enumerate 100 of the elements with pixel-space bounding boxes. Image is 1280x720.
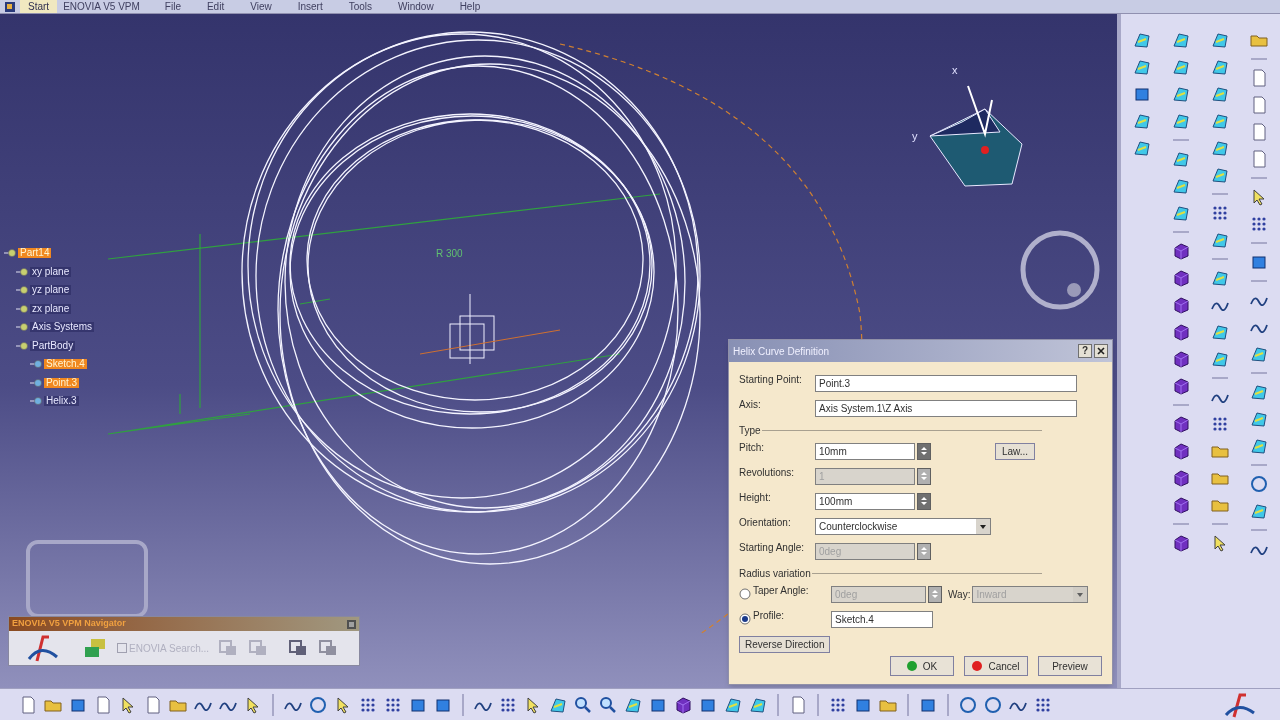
cube-icon[interactable] — [1171, 322, 1191, 342]
text-field[interactable]: Sketch.4 — [831, 610, 933, 628]
app-logo-icon — [4, 0, 16, 13]
spinner-button[interactable] — [917, 442, 931, 460]
surface-icon[interactable] — [1210, 349, 1230, 369]
menu-item[interactable]: Tools — [348, 1, 373, 12]
dimension-label: R 300 — [436, 247, 463, 261]
surface-icon[interactable] — [1132, 57, 1152, 77]
surface-icon[interactable] — [1249, 501, 1269, 521]
field-label: Height: — [739, 491, 772, 505]
tree-item[interactable]: Axis Systems — [30, 322, 94, 333]
surface-icon[interactable] — [1171, 57, 1191, 77]
spinner-button[interactable] — [917, 542, 931, 560]
spinner-button[interactable] — [917, 492, 931, 510]
surface-icon[interactable] — [1210, 165, 1230, 185]
reverse-direction-button[interactable]: Reverse Direction — [739, 635, 831, 653]
surface-icon[interactable] — [1249, 436, 1269, 456]
preview-button[interactable]: Preview — [1038, 656, 1102, 676]
cube-icon[interactable] — [1171, 241, 1191, 261]
surface-icon[interactable] — [1210, 230, 1230, 250]
menu-item[interactable]: Edit — [206, 1, 225, 12]
spinner-button[interactable] — [928, 585, 942, 603]
circle-icon[interactable] — [1249, 474, 1269, 494]
tree-node-icon — [16, 321, 28, 334]
zoom-icon[interactable] — [598, 694, 618, 715]
cube-icon[interactable] — [1171, 268, 1191, 288]
tree-item[interactable]: xy plane — [30, 266, 72, 277]
surface-icon[interactable] — [1210, 111, 1230, 131]
field-label: Way: — [948, 587, 971, 602]
field-label: Starting Angle: — [739, 541, 806, 555]
surface-icon[interactable] — [1171, 203, 1191, 223]
surface-icon[interactable] — [1171, 84, 1191, 104]
cube-icon[interactable] — [673, 694, 693, 715]
tree-item[interactable]: Helix.3 — [44, 396, 79, 407]
menu-item[interactable]: File — [164, 1, 181, 12]
menu-item[interactable]: View — [250, 1, 272, 12]
tree-item[interactable]: zx plane — [30, 303, 72, 314]
spinner-arrows-icon — [920, 471, 928, 481]
cube-icon[interactable] — [1171, 295, 1191, 315]
dropdown-field[interactable]: Counterclockwise — [815, 517, 991, 535]
radio-button[interactable] — [739, 613, 751, 625]
surface-icon[interactable] — [1210, 138, 1230, 158]
surface-icon[interactable] — [1210, 30, 1230, 50]
cube-icon[interactable] — [1171, 376, 1191, 396]
law-button[interactable]: Law... — [995, 442, 1036, 460]
cube-icon[interactable] — [1171, 468, 1191, 488]
tree-item[interactable]: PartBody — [30, 340, 76, 351]
surface-icon[interactable] — [1249, 344, 1269, 364]
cube-icon[interactable] — [1171, 441, 1191, 461]
surface-icon[interactable] — [1171, 149, 1191, 169]
status-ball-icon — [972, 661, 983, 671]
text-field[interactable]: Point.3 — [815, 374, 1077, 392]
field-label: Orientation: — [739, 516, 792, 530]
surface-icon[interactable] — [1171, 111, 1191, 131]
surface-icon[interactable] — [1249, 382, 1269, 402]
menu-item[interactable]: Help — [459, 1, 481, 12]
field-label: Pitch: — [739, 441, 765, 455]
close-icon — [347, 619, 356, 629]
circle-icon[interactable] — [308, 694, 328, 715]
close-icon — [1097, 347, 1105, 355]
circle-icon[interactable] — [983, 694, 1003, 715]
start-menu[interactable]: Start — [20, 0, 58, 13]
tree-node-icon — [30, 358, 42, 371]
field-label: Revolutions: — [739, 466, 796, 480]
tree-item[interactable]: yz plane — [30, 285, 72, 296]
surface-icon[interactable] — [1171, 176, 1191, 196]
surface-icon[interactable] — [1171, 30, 1191, 50]
text-field[interactable]: Axis System.1\Z Axis — [815, 399, 1077, 417]
cancel-button[interactable]: Cancel — [964, 656, 1028, 676]
surface-icon[interactable] — [1132, 111, 1152, 131]
help-button[interactable]: ? — [1078, 344, 1092, 358]
surface-icon[interactable] — [1210, 57, 1230, 77]
surface-icon[interactable] — [1210, 268, 1230, 288]
spin-field[interactable]: 100mm — [815, 492, 915, 510]
cube-icon[interactable] — [1171, 349, 1191, 369]
section-label: Radius variation — [739, 566, 811, 581]
spinner-button[interactable] — [917, 467, 931, 485]
close-button[interactable] — [1094, 344, 1108, 358]
menu-item[interactable]: ENOVIA V5 VPM — [63, 1, 140, 12]
status-ball-icon — [906, 661, 917, 671]
surface-icon[interactable] — [1249, 409, 1269, 429]
menu-item[interactable]: Window — [398, 1, 434, 12]
spinner-arrows-icon — [920, 496, 928, 506]
zoom-icon[interactable] — [573, 694, 593, 715]
menu-item[interactable]: Insert — [297, 1, 323, 12]
dialog-title: Helix Curve Definition — [733, 344, 831, 359]
surface-icon[interactable] — [1210, 84, 1230, 104]
spinner-arrows-icon — [920, 546, 928, 556]
surface-icon[interactable] — [1132, 138, 1152, 158]
surface-icon[interactable] — [1132, 30, 1152, 50]
cube-icon[interactable] — [1171, 495, 1191, 515]
tree-node-icon — [16, 284, 28, 297]
cube-icon[interactable] — [1171, 533, 1191, 553]
field-label: Starting Point: — [739, 373, 803, 387]
view-ring-icon — [1020, 230, 1100, 310]
cube-icon[interactable] — [1171, 414, 1191, 434]
spin-field[interactable]: 10mm — [815, 442, 915, 460]
surface-icon[interactable] — [1210, 322, 1230, 342]
circle-icon[interactable] — [958, 694, 978, 715]
ok-button[interactable]: OK — [890, 656, 954, 676]
